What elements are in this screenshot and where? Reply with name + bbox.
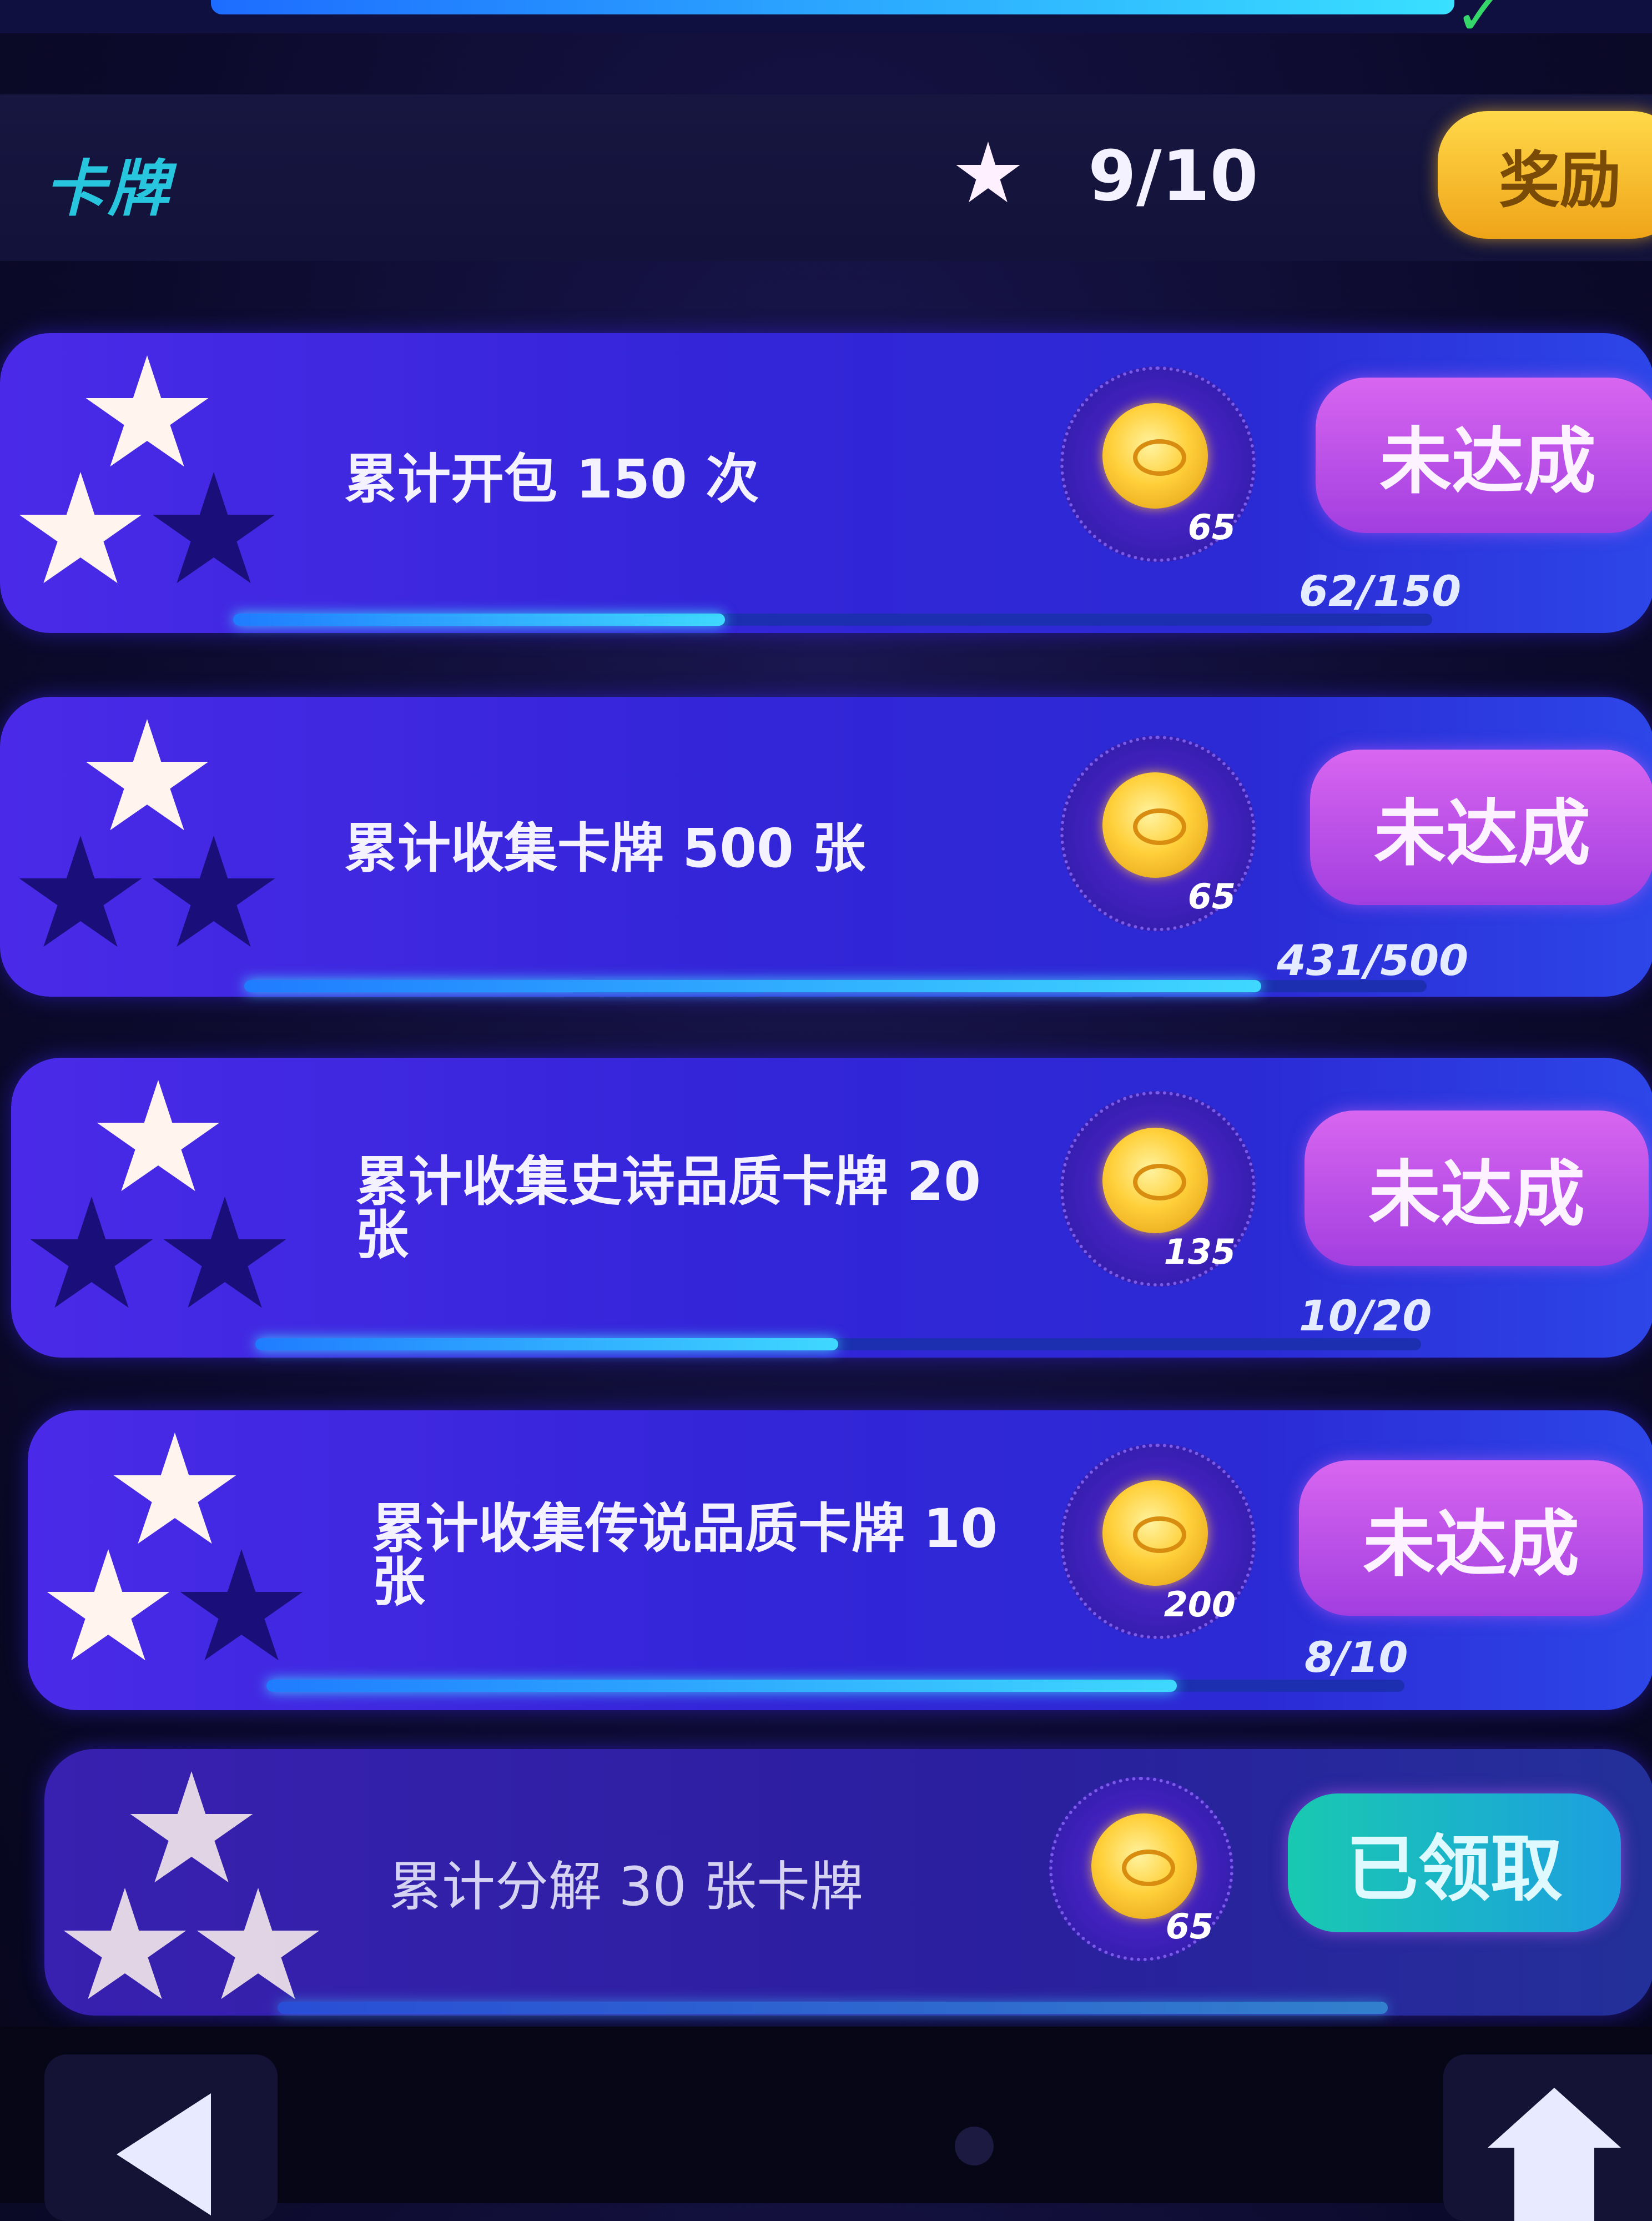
coin-icon bbox=[1102, 403, 1208, 509]
progress-text: 431/500 bbox=[1277, 936, 1469, 985]
progress-fill bbox=[233, 614, 725, 626]
task-description: 累计分解 30 张卡牌 bbox=[389, 1856, 864, 1918]
bottom-bar bbox=[0, 2027, 1652, 2221]
coin-icon bbox=[1102, 1128, 1208, 1233]
progress-fill bbox=[244, 980, 1261, 992]
progress-text: 8/10 bbox=[1305, 1632, 1408, 1682]
home-button[interactable] bbox=[1443, 2054, 1652, 2221]
task-card: 累计分解 30 张卡牌 65 已领取 bbox=[44, 1749, 1652, 2016]
reward-button[interactable]: 奖励 bbox=[1438, 111, 1652, 239]
task-description: 累计收集卡牌 500 张 bbox=[344, 817, 866, 880]
star-icon bbox=[19, 472, 142, 584]
status-button[interactable]: 未达成 bbox=[1310, 750, 1652, 905]
star-icon bbox=[85, 355, 209, 467]
star-rating bbox=[17, 719, 294, 974]
task-card: 累计收集史诗品质卡牌 20 张 135 未达成 10/20 bbox=[11, 1058, 1652, 1358]
star-icon bbox=[197, 1888, 320, 1999]
star-icon bbox=[180, 1549, 303, 1661]
progress-text: 10/20 bbox=[1299, 1291, 1432, 1340]
reward-coin: 65 bbox=[1060, 736, 1256, 931]
progress-bar bbox=[255, 1338, 1421, 1350]
progress-bar bbox=[278, 2002, 1388, 2014]
star-icon bbox=[130, 1771, 253, 1883]
progress-text: 62/150 bbox=[1299, 566, 1462, 616]
star-icon bbox=[152, 836, 275, 947]
task-card: 累计收集传说品质卡牌 10 张 200 未达成 8/10 bbox=[28, 1410, 1652, 1710]
status-button[interactable]: 已领取 bbox=[1288, 1793, 1621, 1932]
home-icon bbox=[1488, 2088, 1621, 2221]
progress-fill bbox=[278, 2002, 1388, 2014]
reward-amount: 65 bbox=[1187, 507, 1236, 547]
task-description: 累计开包 150 次 bbox=[344, 448, 759, 510]
star-rating bbox=[28, 1080, 305, 1335]
star-icon bbox=[163, 1197, 286, 1308]
reward-amount: 135 bbox=[1164, 1232, 1236, 1272]
task-description: 累计收集史诗品质卡牌 20 张 bbox=[355, 1150, 981, 1266]
reward-amount: 200 bbox=[1164, 1584, 1236, 1625]
status-button[interactable]: 未达成 bbox=[1305, 1110, 1649, 1266]
progress-fill bbox=[255, 1338, 838, 1350]
star-icon bbox=[85, 719, 209, 831]
star-icon bbox=[63, 1888, 187, 1999]
coin-icon bbox=[1091, 1813, 1197, 1919]
page-dot bbox=[955, 2127, 994, 2165]
section-title: 卡牌 bbox=[44, 153, 171, 224]
back-button[interactable] bbox=[44, 2054, 278, 2221]
section-star-progress: 9/10 bbox=[1088, 136, 1258, 217]
status-button[interactable]: 未达成 bbox=[1316, 378, 1652, 533]
reward-coin: 65 bbox=[1049, 1777, 1233, 1961]
star-icon bbox=[30, 1197, 153, 1308]
star-rating bbox=[17, 355, 294, 611]
check-icon: ✓ bbox=[1454, 0, 1506, 49]
back-arrow-icon bbox=[117, 2093, 211, 2215]
task-card: 累计收集卡牌 500 张 65 未达成 431/500 bbox=[0, 697, 1652, 997]
star-icon bbox=[47, 1549, 170, 1661]
task-card: 累计开包 150 次 65 未达成 62/150 bbox=[0, 333, 1652, 633]
star-rating bbox=[61, 1771, 339, 2027]
progress-bar bbox=[266, 1680, 1404, 1692]
reward-amount: 65 bbox=[1187, 876, 1236, 917]
status-button[interactable]: 未达成 bbox=[1299, 1460, 1643, 1616]
top-strip: ✓ bbox=[0, 0, 1652, 49]
star-icon bbox=[97, 1080, 220, 1192]
star-icon bbox=[956, 142, 1020, 203]
coin-icon bbox=[1102, 772, 1208, 878]
star-icon bbox=[19, 836, 142, 947]
task-description: 累计收集传说品质卡牌 10 张 bbox=[372, 1498, 998, 1613]
reward-coin: 200 bbox=[1060, 1444, 1256, 1639]
star-icon bbox=[152, 472, 275, 584]
star-rating bbox=[44, 1433, 322, 1688]
top-progress-glow bbox=[211, 0, 1454, 14]
progress-bar bbox=[233, 614, 1432, 626]
reward-coin: 135 bbox=[1060, 1091, 1256, 1287]
section-header: 卡牌 9/10 奖励 bbox=[0, 94, 1652, 261]
progress-fill bbox=[266, 1680, 1177, 1692]
coin-icon bbox=[1102, 1480, 1208, 1586]
reward-amount: 65 bbox=[1165, 1906, 1213, 1947]
progress-bar bbox=[244, 980, 1427, 992]
reward-coin: 65 bbox=[1060, 366, 1256, 562]
star-icon bbox=[113, 1433, 236, 1544]
